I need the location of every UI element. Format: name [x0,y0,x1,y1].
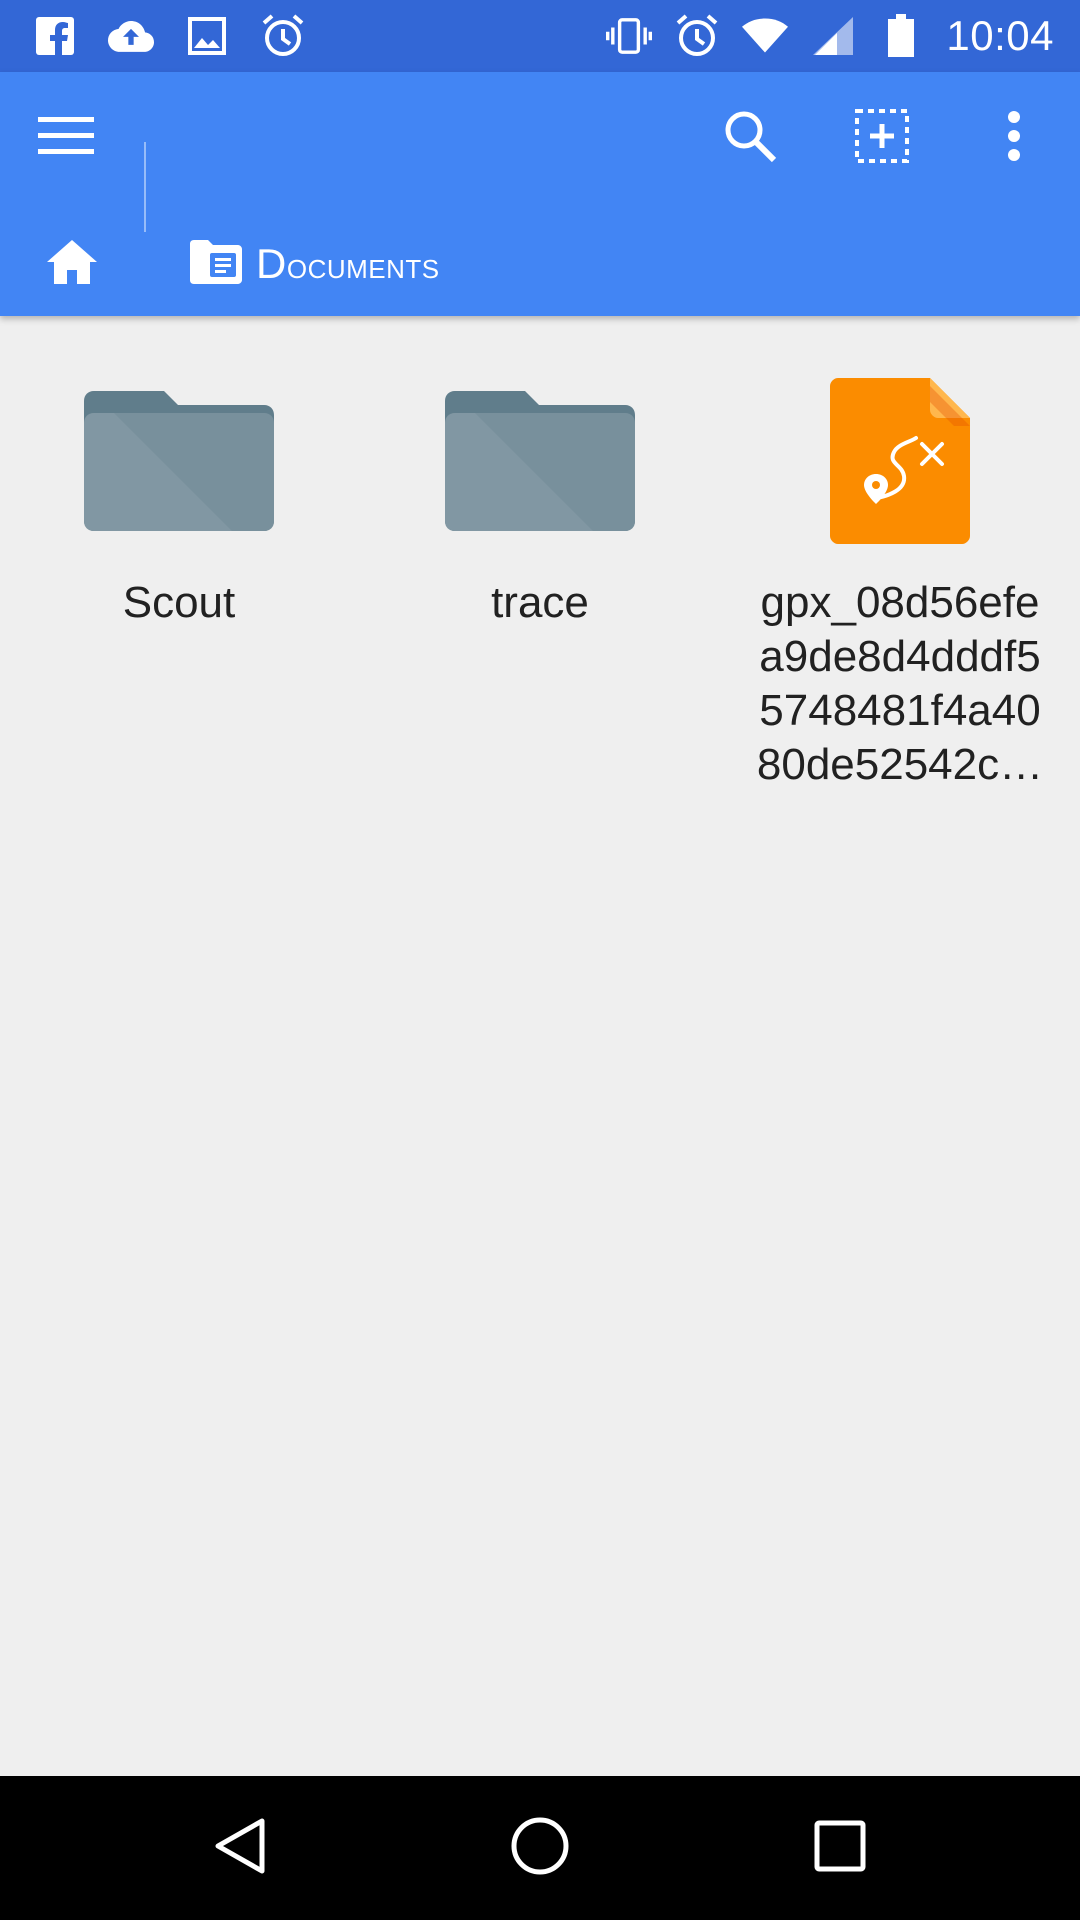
select-add-button[interactable] [834,90,930,186]
back-icon [212,1816,268,1881]
breadcrumb-divider [144,142,146,232]
alarm-icon [260,13,306,59]
alarm-icon [674,13,720,59]
folder-icon [29,376,329,546]
gpx-file-icon [750,376,1050,546]
status-left [32,13,336,59]
search-icon [722,108,778,169]
grid-item-folder[interactable]: trace [390,376,690,630]
image-icon [184,13,230,59]
breadcrumb-home-button[interactable] [24,216,120,312]
clock: 10:04 [946,12,1054,59]
vibrate-icon [606,13,653,59]
facebook-icon [32,13,78,59]
app-bar: Documents [0,72,1080,316]
more-options-button[interactable] [966,90,1062,186]
item-name: Scout [122,578,236,627]
item-name: trace [491,578,589,627]
menu-button[interactable] [18,90,114,186]
status-bar: 10:04 [0,0,1080,72]
breadcrumb-label: Documents [256,240,440,287]
grid-item-folder[interactable]: Scout [29,376,329,630]
select-add-icon [854,108,910,169]
home-circle-icon [510,1816,570,1881]
home-button[interactable] [490,1798,590,1898]
status-right: 10:04 [584,12,1054,60]
menu-icon [38,116,94,161]
file-grid: Scout trace gpx_08d56efea9de8d4dddf55748… [0,316,1080,1776]
navigation-bar [0,1776,1080,1920]
home-icon [46,239,98,290]
more-vert-icon [1006,110,1022,166]
signal-icon [810,13,856,59]
wifi-icon [742,13,789,59]
breadcrumb-current[interactable]: Documents [190,224,440,304]
search-button[interactable] [702,90,798,186]
battery-icon [878,13,924,59]
grid-item-file[interactable]: gpx_08d56efea9de8d4dddf55748481f4a4080de… [750,376,1050,792]
documents-folder-icon [190,239,242,289]
folder-icon [390,376,690,546]
breadcrumb: Documents [0,204,1080,316]
toolbar [0,72,1080,204]
back-button[interactable] [190,1798,290,1898]
recents-icon [814,1820,866,1877]
recents-button[interactable] [790,1798,890,1898]
screen: 10:04 Documents Scout trace gpx_08d56efe… [0,0,1080,1920]
item-name: gpx_08d56efea9de8d4dddf55748481f4a4080de… [756,578,1044,789]
cloud-upload-icon [108,13,154,59]
